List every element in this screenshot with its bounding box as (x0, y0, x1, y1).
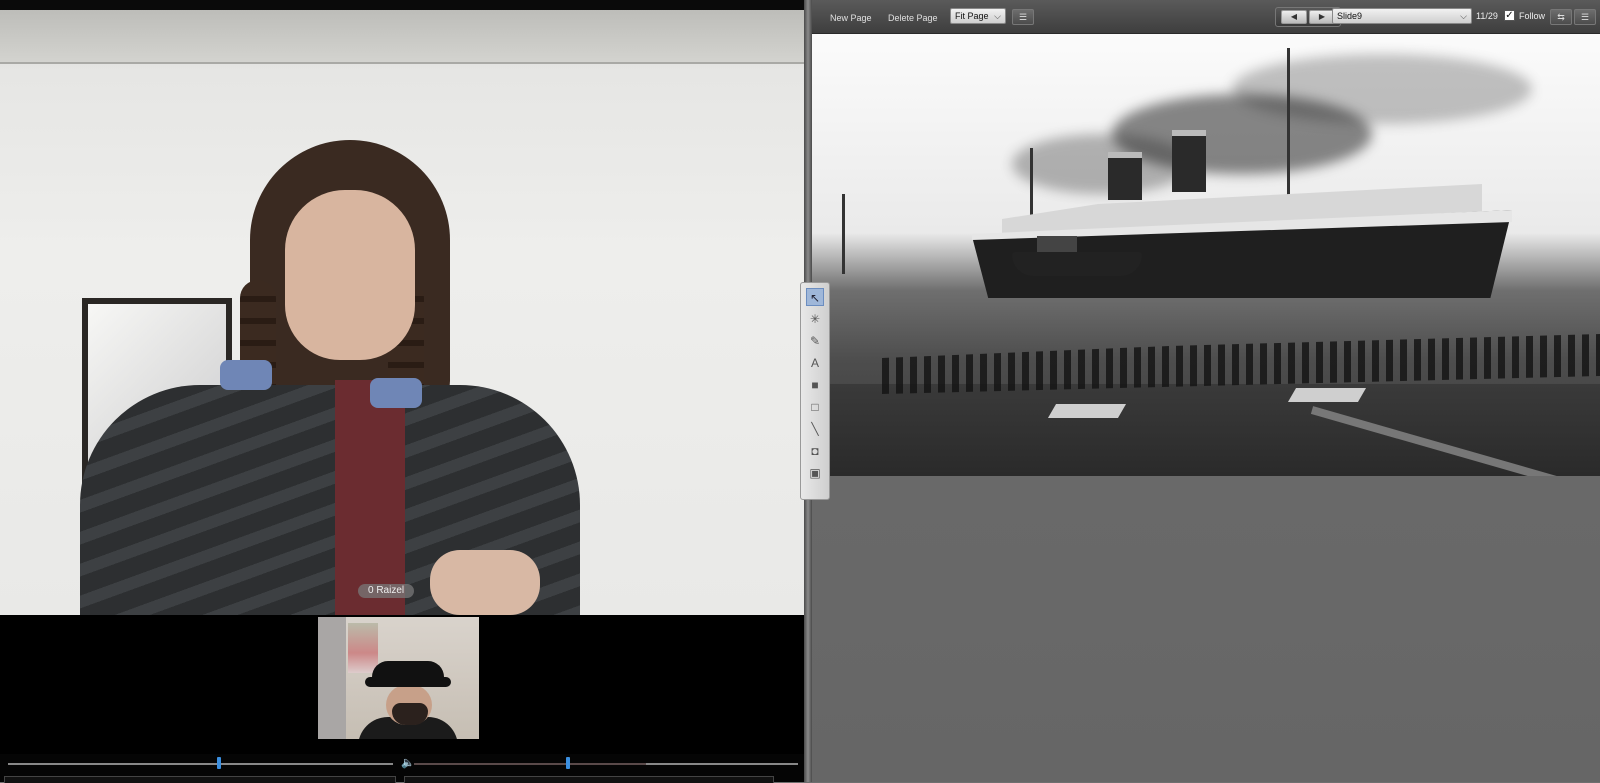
page-counter: 11/29 (1476, 11, 1498, 21)
smoke (1012, 134, 1192, 194)
ship-fore-mast (1030, 148, 1033, 218)
face (285, 190, 415, 360)
chevron-down-icon: ⌵ (1460, 11, 1467, 21)
media-controls: 🔈 (0, 754, 804, 783)
thumb-wall-art (348, 623, 378, 673)
text-tool-icon[interactable]: A (806, 354, 824, 372)
ship-funnel (1172, 130, 1206, 192)
whiteboard-panel: New Page Delete Page Fit Page ⌵ ☰ ◀ ▶ Sl… (800, 0, 1600, 782)
image-icon[interactable]: ▣ (806, 464, 824, 482)
rectangle-icon[interactable]: □ (806, 398, 824, 416)
ceiling (0, 10, 804, 64)
video-topbar (0, 0, 804, 10)
thumb-wall (318, 617, 346, 739)
main-video-feed[interactable]: 0 Raizel (0, 10, 804, 615)
tug-mast (842, 194, 845, 274)
thumb-hat (372, 661, 444, 681)
sync-arrows-icon[interactable]: ⇆ (1550, 9, 1572, 25)
drawing-toolbar: ↖ ✳ ✎ A ■ □ ╲ ◘ ▣ (800, 282, 830, 500)
prev-page-icon[interactable]: ◀ (1281, 10, 1307, 24)
fit-mode-select[interactable]: Fit Page ⌵ (950, 8, 1006, 24)
filled-rect-icon[interactable]: ■ (806, 376, 824, 394)
seek-track[interactable] (8, 763, 393, 765)
slide-select[interactable]: Slide9 ⌵ (1332, 8, 1472, 24)
pointer-tool-icon[interactable]: ↖ (806, 288, 824, 306)
whiteboard-toolbar: New Page Delete Page Fit Page ⌵ ☰ ◀ ▶ Sl… (812, 0, 1600, 34)
participant-person (70, 130, 590, 615)
tugboat (1012, 252, 1142, 276)
ship-funnel (1108, 152, 1142, 200)
smoke (1232, 54, 1532, 124)
thumbnail-video-feed[interactable] (318, 617, 479, 739)
line-icon[interactable]: ╲ (806, 420, 824, 438)
slide-image (812, 34, 1600, 476)
hand (430, 550, 540, 615)
shirt (335, 380, 405, 615)
volume-fill (414, 763, 646, 765)
fit-mode-value: Fit Page (955, 11, 989, 21)
chevron-down-icon: ⌵ (994, 11, 1001, 21)
new-page-button[interactable]: New Page (830, 11, 872, 25)
seek-slider-handle[interactable] (217, 757, 221, 769)
left-hair-bow (220, 360, 272, 390)
dock-marking (1287, 388, 1367, 402)
laser-pointer-icon[interactable]: ✳ (806, 310, 824, 328)
ship-main-mast (1287, 48, 1290, 218)
speaker-icon[interactable]: 🔈 (401, 757, 415, 769)
follow-label: Follow (1519, 11, 1546, 21)
video-panel: 0 Raizel 🔈 (0, 0, 804, 783)
page-list-icon[interactable]: ☰ (1012, 9, 1034, 25)
options-icon[interactable]: ☰ (1574, 9, 1596, 25)
thumb-beard (392, 703, 428, 725)
pen-icon[interactable]: ✎ (806, 332, 824, 350)
camera-icon[interactable]: ◘ (806, 442, 824, 460)
right-hair-bow (370, 378, 422, 408)
delete-page-button[interactable]: Delete Page (888, 11, 938, 25)
follow-checkbox[interactable]: ✓ (1504, 10, 1515, 21)
volume-slider-handle[interactable] (566, 757, 570, 769)
dock-marking (1047, 404, 1127, 418)
slide-select-value: Slide9 (1337, 11, 1363, 21)
participant-name-tag: 0 Raizel (358, 584, 415, 598)
